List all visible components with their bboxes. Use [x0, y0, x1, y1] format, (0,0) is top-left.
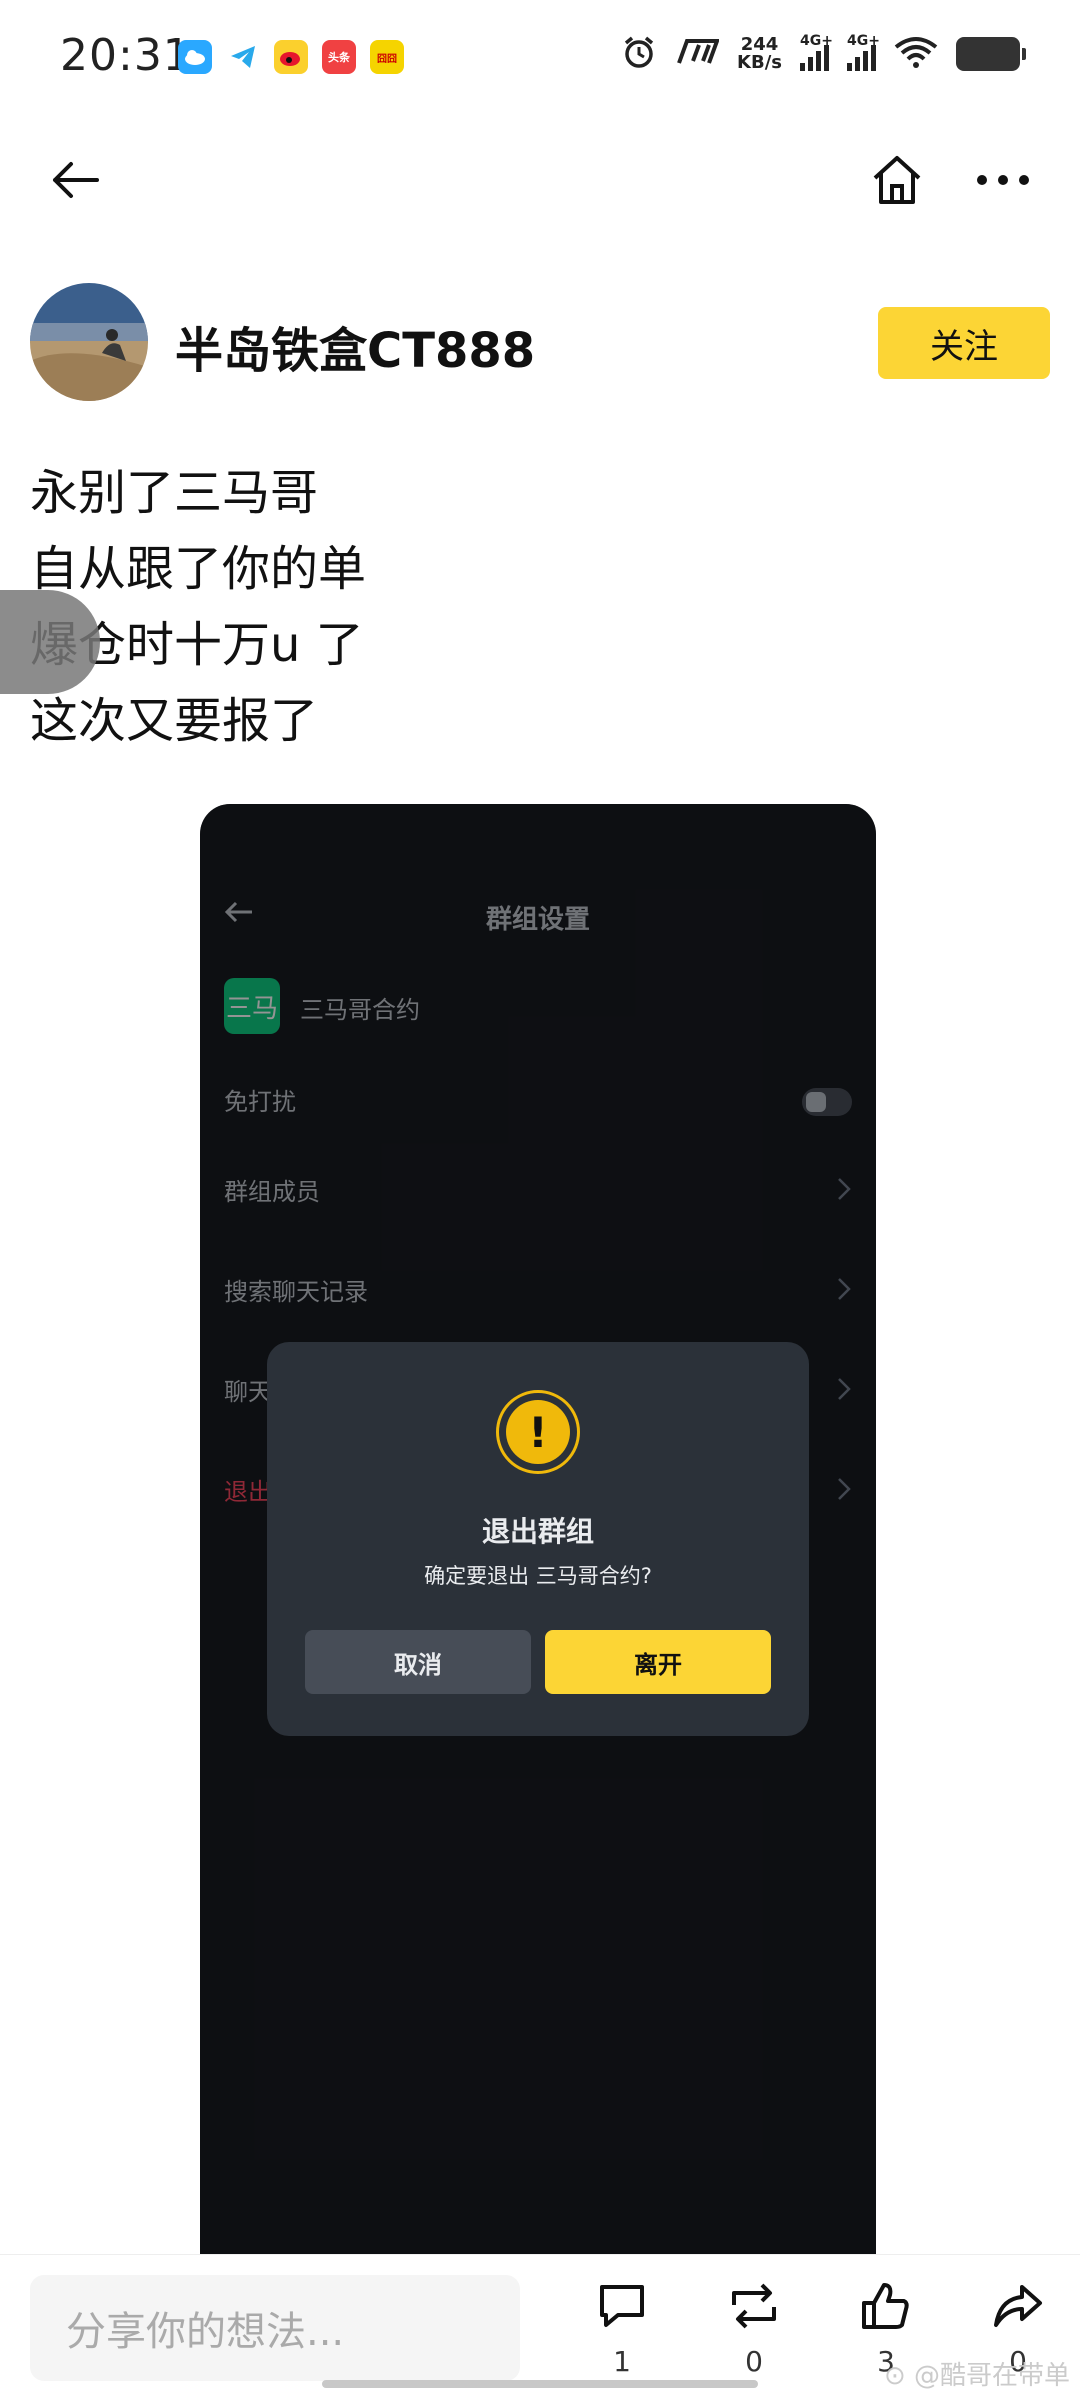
top-nav	[0, 140, 1080, 240]
speed-unit: KB/s	[737, 52, 782, 73]
avatar[interactable]	[30, 283, 148, 401]
comment-button[interactable]: 1	[582, 2281, 662, 2378]
home-button[interactable]	[857, 140, 937, 220]
weibo-icon	[274, 40, 308, 74]
signal-icon-2: 4G+	[847, 33, 880, 71]
network-speed: 244 KB/s	[737, 36, 782, 72]
battery-icon	[956, 37, 1026, 71]
post-line: 这次又要报了	[30, 693, 319, 749]
post-image[interactable]: 群组设置 三马 三马哥合约 免打扰 群组成员 搜索聊天记录 聊天 退出 ! 退出…	[200, 804, 876, 2254]
dialog-title: 退出群组	[481, 1515, 594, 1548]
comment-count: 1	[613, 2345, 631, 2378]
other-app-icon: 囧囧	[370, 40, 404, 74]
wifi-icon	[894, 35, 938, 73]
sim1-label: 4G+	[800, 33, 833, 49]
dialog-message: 确定要退出 三马哥合约?	[424, 1564, 652, 1588]
weather-app-icon	[178, 40, 212, 74]
home-indicator[interactable]	[322, 2380, 758, 2388]
post-line: 永别了三马哥	[30, 465, 319, 521]
watermark: ⊙ @酷哥在带单	[883, 2361, 1070, 2391]
thumbs-up-icon	[862, 2283, 909, 2329]
repost-count: 0	[745, 2345, 763, 2378]
status-bar: 20:31 头条 囧囧 244 KB/s 4G+ 4G+	[0, 0, 1080, 120]
back-button[interactable]	[35, 140, 115, 220]
post-line: 自从跟了你的单	[30, 541, 367, 597]
share-icon	[994, 2285, 1042, 2327]
bottom-action-bar: 分享你的想法... 1 0 3 0 ⊙ @酷哥在带单	[0, 2254, 1080, 2400]
notification-icons: 头条 囧囧	[178, 40, 404, 74]
avatar-image	[30, 283, 148, 401]
status-time: 20:31	[60, 30, 192, 81]
more-dots-icon	[977, 175, 1029, 185]
sim2-label: 4G+	[847, 33, 880, 49]
follow-button[interactable]: 关注	[878, 307, 1050, 379]
signal-icon: 4G+	[800, 33, 833, 71]
telegram-icon	[226, 40, 260, 74]
comment-icon	[600, 2285, 644, 2327]
more-button[interactable]	[963, 140, 1043, 220]
author-row: 半岛铁盒CT888 关注	[30, 283, 1050, 403]
warning-icon: !	[496, 1390, 580, 1474]
nfc-icon	[675, 37, 720, 71]
comment-input[interactable]: 分享你的想法...	[30, 2275, 520, 2381]
home-icon	[873, 156, 921, 204]
author-name[interactable]: 半岛铁盒CT888	[175, 311, 535, 381]
dialog-leave-button: 离开	[545, 1630, 771, 1694]
toutiao-icon: 头条	[322, 40, 356, 74]
arrow-left-icon	[53, 162, 99, 198]
repost-button[interactable]: 0	[714, 2281, 794, 2378]
status-indicators: 244 KB/s 4G+ 4G+	[621, 33, 1026, 74]
repost-icon	[732, 2283, 776, 2329]
alarm-icon	[621, 34, 657, 74]
exit-group-dialog: ! 退出群组 确定要退出 三马哥合约? 取消 离开	[267, 1342, 809, 1736]
floating-side-tab[interactable]	[0, 590, 100, 694]
dialog-cancel-button: 取消	[305, 1630, 531, 1694]
